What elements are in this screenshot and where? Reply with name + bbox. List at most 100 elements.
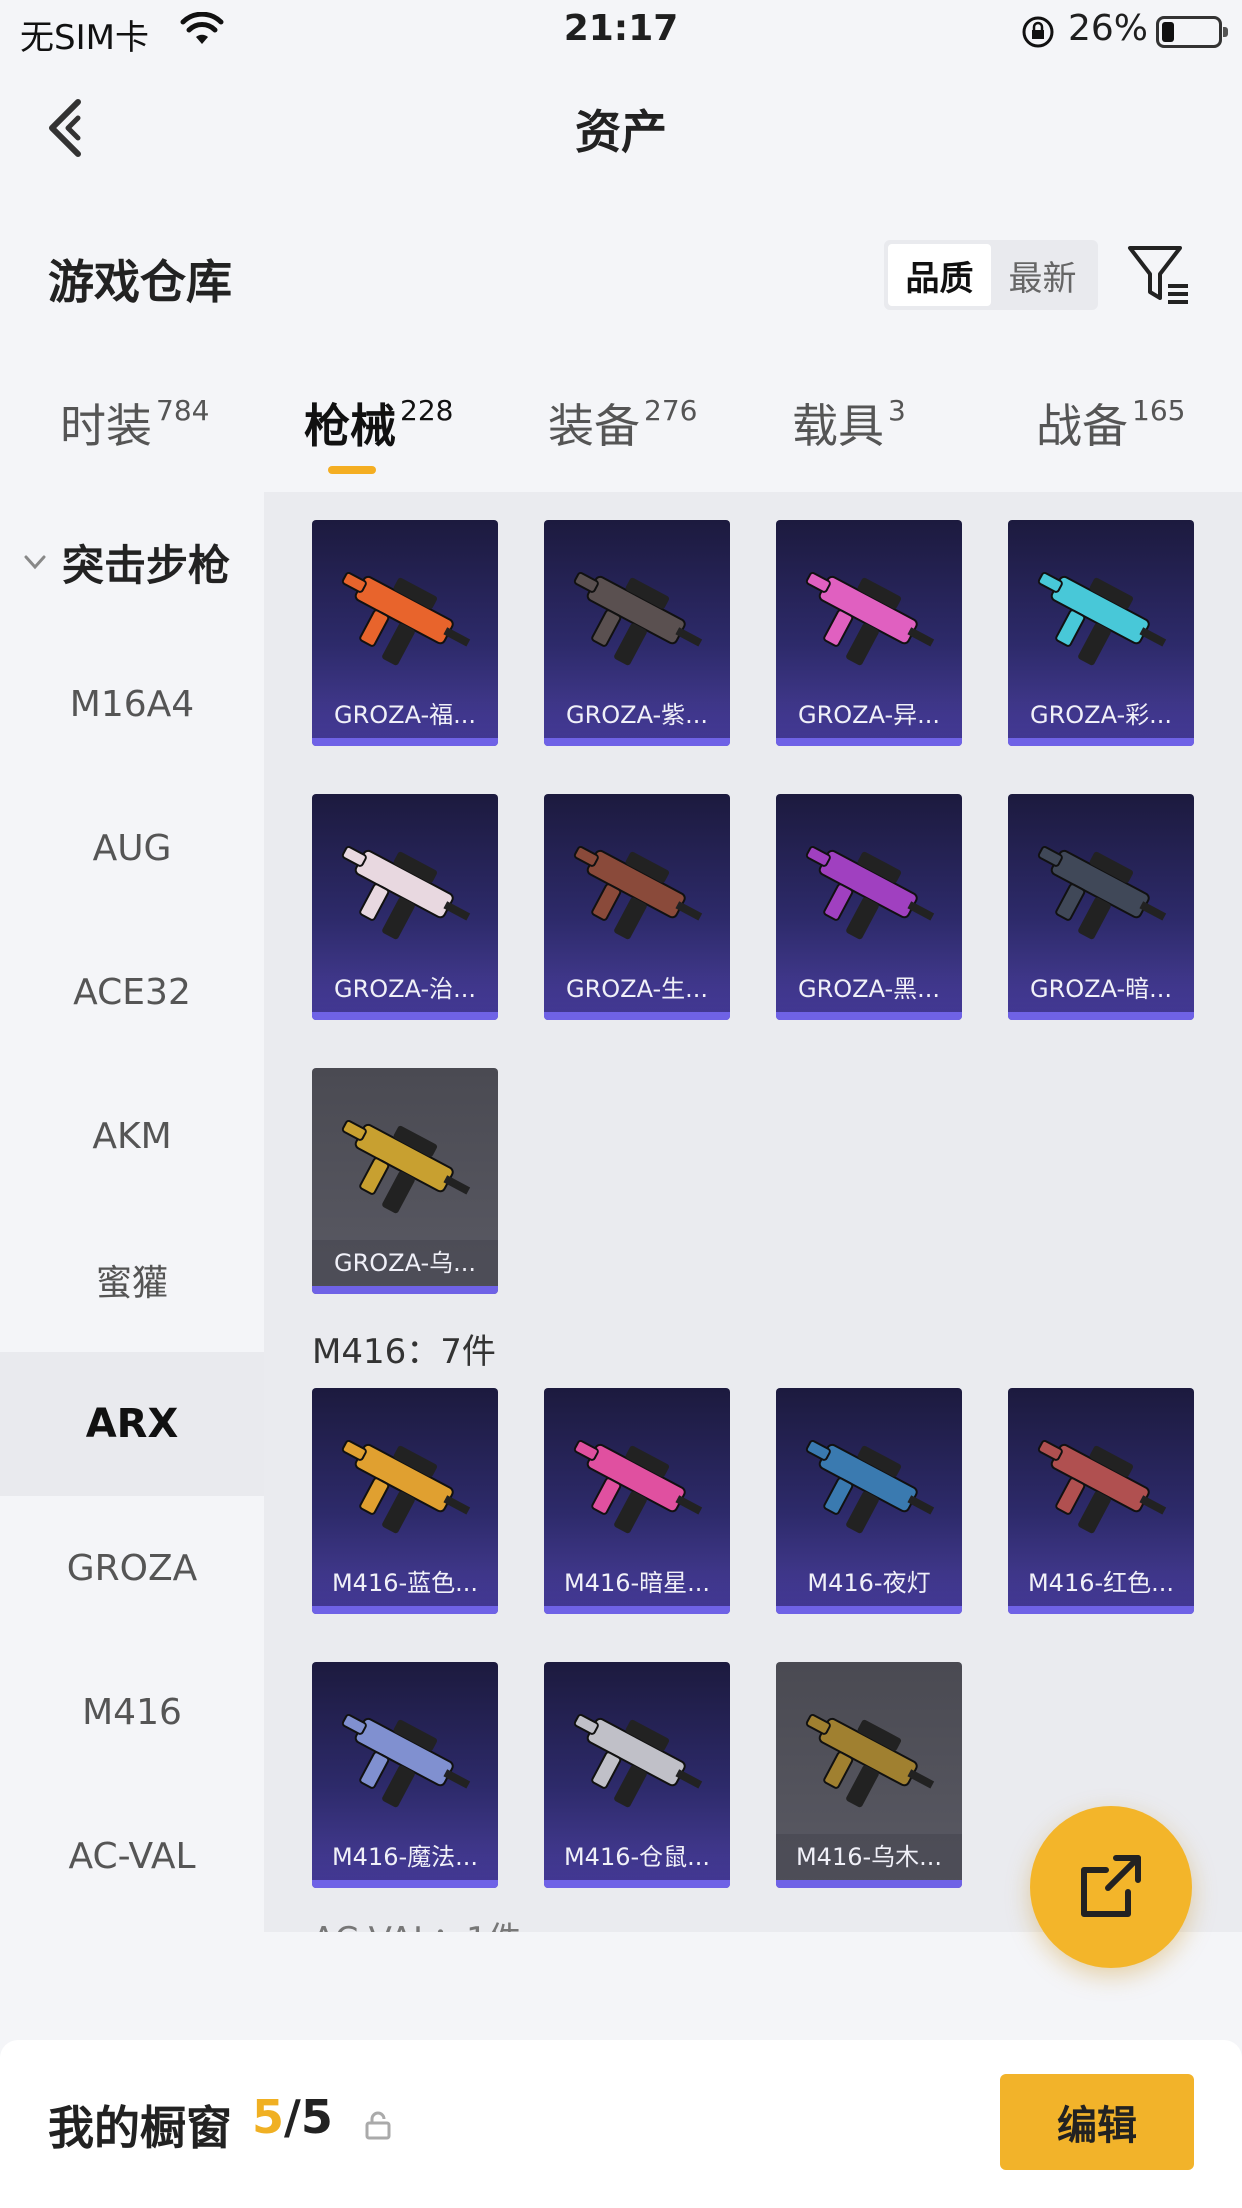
showcase-count: 5/5: [252, 2090, 333, 2144]
groza-skin-card[interactable]: GROZA-生...: [544, 794, 730, 1020]
filter-icon[interactable]: [1124, 240, 1192, 310]
item-name: GROZA-紫...: [544, 692, 730, 738]
share-icon: [1081, 1855, 1141, 1917]
m416-skin-card[interactable]: M416-仓鼠...: [544, 1662, 730, 1888]
tab-firearms[interactable]: 枪械 228: [304, 390, 453, 480]
sidebar-group-label: 突击步枪: [62, 540, 231, 590]
tab-supplies[interactable]: 战备 165: [1036, 390, 1185, 480]
nav-bar: 资产: [0, 64, 1242, 194]
edit-button[interactable]: 编辑: [1000, 2074, 1194, 2170]
tab-label: 载具: [792, 399, 884, 453]
showcase-bar: 我的橱窗 5/5 编辑: [0, 2040, 1242, 2208]
m416-skin-card[interactable]: M416-暗星...: [544, 1388, 730, 1614]
tab-label: 枪械: [304, 399, 396, 453]
item-name: GROZA-彩...: [1008, 692, 1194, 738]
m416-skin-card[interactable]: M416-红色...: [1008, 1388, 1194, 1614]
lock-icon: [365, 2111, 391, 2140]
m416-skin-card[interactable]: M416-蓝色...: [312, 1388, 498, 1614]
groza-skin-card[interactable]: GROZA-乌...: [312, 1068, 498, 1294]
rarity-bar: [312, 1012, 498, 1020]
weapon-skin-image: [805, 572, 935, 666]
weapon-skin-image: [805, 846, 935, 940]
groza-skin-card[interactable]: GROZA-异...: [776, 520, 962, 746]
sidebar-item-m416[interactable]: M416: [0, 1640, 264, 1784]
chevron-down-icon: [24, 555, 46, 570]
m416-skin-card[interactable]: M416-乌木...: [776, 1662, 962, 1888]
group-label-m416: M416：7件: [312, 1332, 496, 1372]
rarity-bar: [312, 1606, 498, 1614]
groza-skin-card[interactable]: GROZA-紫...: [544, 520, 730, 746]
sidebar-item-ace32[interactable]: ACE32: [0, 920, 264, 1064]
weapon-skin-image: [573, 572, 703, 666]
rarity-bar: [776, 738, 962, 746]
sidebar-item-groza[interactable]: GROZA: [0, 1496, 264, 1640]
weapon-sidebar: 突击步枪 M16A4 AUG ACE32 AKM 蜜獾 ARX GROZA M4…: [0, 492, 264, 1932]
showcase-count-current: 5: [252, 2090, 285, 2144]
item-name: M416-蓝色...: [312, 1560, 498, 1606]
groza-skin-card[interactable]: GROZA-福...: [312, 520, 498, 746]
sort-quality-option[interactable]: 品质: [888, 244, 991, 306]
tab-vehicles[interactable]: 载具 3: [792, 390, 906, 480]
tab-count: 165: [1132, 394, 1186, 427]
item-name: GROZA-生...: [544, 966, 730, 1012]
sidebar-item-aug[interactable]: AUG: [0, 776, 264, 920]
sidebar-item-ac-val[interactable]: AC-VAL: [0, 1784, 264, 1928]
page-title: 资产: [575, 105, 667, 159]
weapon-skin-image: [805, 1714, 935, 1808]
section-title: 游戏仓库: [48, 255, 232, 309]
item-name: GROZA-治...: [312, 966, 498, 1012]
weapon-skin-image: [1037, 572, 1167, 666]
rarity-bar: [312, 1286, 498, 1294]
rarity-bar: [544, 738, 730, 746]
sidebar-item-m16a4[interactable]: M16A4: [0, 632, 264, 776]
item-name: GROZA-异...: [776, 692, 962, 738]
groza-skin-card[interactable]: GROZA-治...: [312, 794, 498, 1020]
rarity-bar: [1008, 1606, 1194, 1614]
sidebar-item-arx[interactable]: ARX: [0, 1352, 264, 1496]
weapon-skin-image: [341, 1440, 471, 1534]
rarity-bar: [776, 1880, 962, 1888]
tab-label: 时装: [60, 399, 152, 453]
rarity-bar: [312, 738, 498, 746]
group-label-ac-val: AC-VAL：1件: [312, 1912, 522, 1932]
weapon-skin-image: [341, 572, 471, 666]
rarity-bar: [1008, 1012, 1194, 1020]
groza-skin-card[interactable]: GROZA-黑...: [776, 794, 962, 1020]
tab-outfits[interactable]: 时装 784: [60, 390, 209, 480]
sidebar-item-akm[interactable]: AKM: [0, 1064, 264, 1208]
rarity-bar: [776, 1012, 962, 1020]
m416-skin-card[interactable]: M416-魔法...: [312, 1662, 498, 1888]
tab-equipment[interactable]: 装备 276: [548, 390, 697, 480]
item-name: M416-红色...: [1008, 1560, 1194, 1606]
weapon-skin-image: [805, 1440, 935, 1534]
sidebar-item-honey-badger[interactable]: 蜜獾: [0, 1208, 264, 1352]
share-button[interactable]: [1030, 1806, 1192, 1968]
item-name: GROZA-黑...: [776, 966, 962, 1012]
weapon-skin-image: [341, 846, 471, 940]
weapon-skin-image: [1037, 846, 1167, 940]
sort-newest-option[interactable]: 最新: [991, 244, 1094, 306]
item-name: GROZA-暗...: [1008, 966, 1194, 1012]
item-name: M416-魔法...: [312, 1834, 498, 1880]
rarity-bar: [776, 1606, 962, 1614]
sort-toggle: 品质 最新: [884, 240, 1098, 310]
groza-skin-card[interactable]: GROZA-彩...: [1008, 520, 1194, 746]
item-grid: M416：7件 AC-VAL：1件 GROZA-福... GROZA-紫... GR…: [264, 492, 1242, 1932]
sidebar-group-assault-rifles[interactable]: 突击步枪: [20, 536, 230, 590]
rarity-bar: [1008, 738, 1194, 746]
groza-skin-card[interactable]: GROZA-暗...: [1008, 794, 1194, 1020]
tab-label: 战备: [1036, 399, 1128, 453]
item-name: GROZA-福...: [312, 692, 498, 738]
rarity-bar: [312, 1880, 498, 1888]
weapon-skin-image: [573, 846, 703, 940]
showcase-count-total: /5: [284, 2090, 333, 2144]
item-name: M416-夜灯: [776, 1560, 962, 1606]
rarity-bar: [544, 1606, 730, 1614]
weapon-skin-image: [1037, 1440, 1167, 1534]
m416-skin-card[interactable]: M416-夜灯: [776, 1388, 962, 1614]
tab-count: 784: [156, 394, 210, 427]
showcase-label: 我的橱窗: [48, 2101, 232, 2155]
weapon-skin-image: [341, 1714, 471, 1808]
item-name: M416-仓鼠...: [544, 1834, 730, 1880]
rarity-bar: [544, 1012, 730, 1020]
